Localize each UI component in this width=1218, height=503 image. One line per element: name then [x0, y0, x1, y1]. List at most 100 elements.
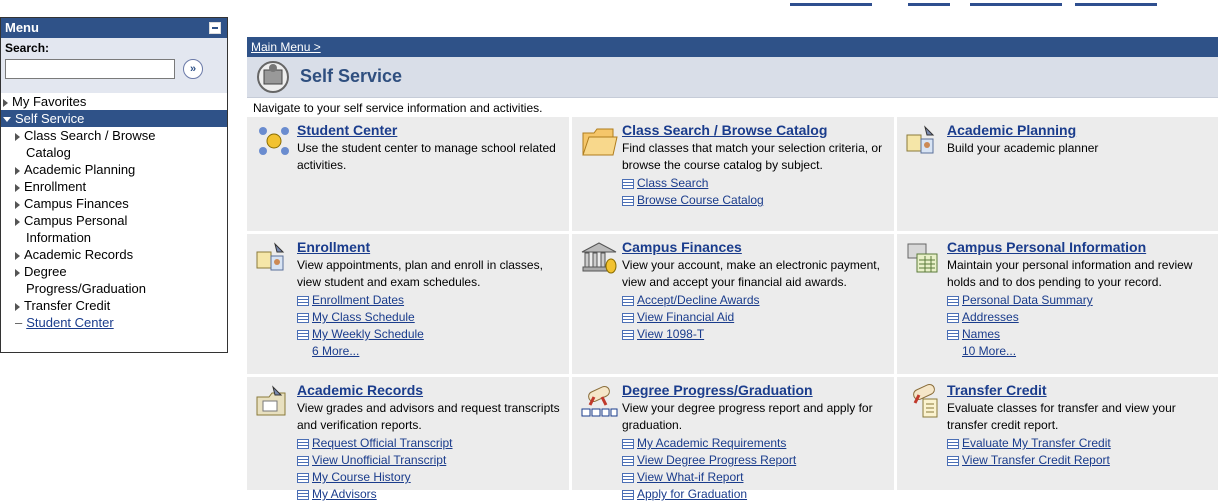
link-enrollment-dates[interactable]: Enrollment Dates	[297, 292, 563, 309]
list-icon	[622, 489, 634, 500]
menu-title: Menu	[5, 20, 39, 35]
card-title[interactable]: Academic Planning	[947, 122, 1212, 139]
link-addresses[interactable]: Addresses	[947, 309, 1212, 326]
personal-info-icon	[907, 243, 938, 273]
expand-icon	[15, 200, 20, 209]
breadcrumb: Main Menu >	[247, 37, 1218, 57]
enrollment-icon	[256, 242, 285, 271]
menu-subitem-enrollment[interactable]: Enrollment	[1, 178, 227, 195]
card-description: Find classes that match your selection c…	[622, 141, 883, 172]
menu-subitem-student-center[interactable]: – Student Center	[1, 314, 227, 331]
card-description: Use the student center to manage school …	[297, 141, 556, 172]
menu-subitem-campus-personal-info[interactable]: Campus Personal Information	[1, 212, 227, 246]
link-view-1098-t[interactable]: View 1098-T	[622, 326, 888, 343]
more-link[interactable]: 6 More...	[312, 343, 563, 360]
menu-panel: Menu Search: » My Favorites Self Service…	[0, 17, 228, 353]
card-title[interactable]: Campus Personal Information	[947, 239, 1212, 256]
expand-icon	[3, 98, 8, 107]
list-icon	[947, 329, 959, 340]
student-center-icon	[259, 127, 289, 155]
collapse-arrow-icon	[3, 117, 11, 123]
list-icon	[297, 438, 309, 449]
card-title[interactable]: Student Center	[297, 122, 563, 139]
card-grid: Student Center Use the student center to…	[247, 117, 1218, 501]
main-content: Main Menu > Self Service Navigate to you…	[247, 37, 1218, 501]
link-browse-course-catalog[interactable]: Browse Course Catalog	[622, 192, 888, 209]
search-input[interactable]	[5, 59, 175, 79]
list-icon	[297, 295, 309, 306]
expand-icon	[15, 251, 20, 260]
menu-subitem-transfer-credit[interactable]: Transfer Credit	[1, 297, 227, 314]
link-personal-data-summary[interactable]: Personal Data Summary	[947, 292, 1212, 309]
link-my-weekly-schedule[interactable]: My Weekly Schedule	[297, 326, 563, 343]
link-names[interactable]: Names	[947, 326, 1212, 343]
card-description: Evaluate classes for transfer and view y…	[947, 401, 1176, 432]
link-evaluate-my-transfer-credit[interactable]: Evaluate My Transfer Credit	[947, 435, 1212, 452]
link-view-unofficial-transcript[interactable]: View Unofficial Transcript	[297, 452, 563, 469]
card-title[interactable]: Campus Finances	[622, 239, 888, 256]
list-icon	[297, 455, 309, 466]
expand-icon	[15, 183, 20, 192]
link-view-degree-progress-report[interactable]: View Degree Progress Report	[622, 452, 888, 469]
link-apply-for-graduation[interactable]: Apply for Graduation	[622, 486, 888, 503]
link-request-official-transcript[interactable]: Request Official Transcript	[297, 435, 563, 452]
bank-icon	[581, 242, 617, 274]
list-icon	[622, 329, 634, 340]
menu-item-self-service[interactable]: Self Service	[1, 110, 227, 127]
page-title: Self Service	[300, 66, 403, 86]
list-icon	[622, 438, 634, 449]
link-view-what-if-report[interactable]: View What-if Report	[622, 469, 888, 486]
list-icon	[297, 329, 309, 340]
list-icon	[622, 195, 634, 206]
card-description: View your degree progress report and app…	[622, 401, 873, 432]
list-icon	[622, 455, 634, 466]
link-view-financial-aid[interactable]: View Financial Aid	[622, 309, 888, 326]
link-my-advisors[interactable]: My Advisors	[297, 486, 563, 503]
link-view-transfer-credit-report[interactable]: View Transfer Credit Report	[947, 452, 1212, 469]
menu-subitem-class-search[interactable]: Class Search / Browse Catalog	[1, 127, 227, 161]
card-academic-planning: Academic Planning Build your academic pl…	[897, 117, 1218, 231]
expand-icon	[15, 302, 20, 311]
card-description: Build your academic planner	[947, 141, 1099, 155]
list-icon	[622, 178, 634, 189]
header-decoration	[790, 0, 1218, 8]
card-enrollment: Enrollment View appointments, plan and e…	[247, 234, 569, 374]
card-description: View appointments, plan and enroll in cl…	[297, 258, 543, 289]
card-title[interactable]: Class Search / Browse Catalog	[622, 122, 888, 139]
list-icon	[622, 295, 634, 306]
menu-subitem-academic-records[interactable]: Academic Records	[1, 246, 227, 263]
diploma-icon	[581, 385, 618, 417]
card-title[interactable]: Degree Progress/Graduation	[622, 382, 888, 399]
menu-item-my-favorites[interactable]: My Favorites	[1, 93, 227, 110]
card-title[interactable]: Enrollment	[297, 239, 563, 256]
expand-icon	[15, 268, 20, 277]
list-icon	[947, 312, 959, 323]
card-campus-personal-info: Campus Personal Information Maintain you…	[897, 234, 1218, 374]
search-go-button[interactable]: »	[183, 59, 203, 79]
breadcrumb-main-menu[interactable]: Main Menu >	[251, 40, 321, 54]
card-title[interactable]: Academic Records	[297, 382, 563, 399]
page-subtitle: Navigate to your self service informatio…	[247, 98, 1218, 117]
link-my-class-schedule[interactable]: My Class Schedule	[297, 309, 563, 326]
menu-list: My Favorites Self Service Class Search /…	[1, 93, 227, 331]
card-campus-finances: Campus Finances View your account, make …	[572, 234, 894, 374]
card-student-center: Student Center Use the student center to…	[247, 117, 569, 231]
list-icon	[297, 489, 309, 500]
menu-subitem-academic-planning[interactable]: Academic Planning	[1, 161, 227, 178]
expand-icon	[15, 217, 20, 226]
link-my-academic-requirements[interactable]: My Academic Requirements	[622, 435, 888, 452]
more-link[interactable]: 10 More...	[962, 343, 1212, 360]
link-my-course-history[interactable]: My Course History	[297, 469, 563, 486]
menu-subitem-campus-finances[interactable]: Campus Finances	[1, 195, 227, 212]
list-icon	[297, 312, 309, 323]
list-icon	[622, 312, 634, 323]
search-label: Search:	[5, 41, 50, 55]
list-icon	[947, 455, 959, 466]
menu-search: Search: »	[1, 38, 227, 93]
list-icon	[622, 472, 634, 483]
card-title[interactable]: Transfer Credit	[947, 382, 1212, 399]
menu-subitem-degree-progress[interactable]: Degree Progress/Graduation	[1, 263, 227, 297]
link-class-search[interactable]: Class Search	[622, 175, 888, 192]
link-accept-decline-awards[interactable]: Accept/Decline Awards	[622, 292, 888, 309]
collapse-icon[interactable]	[209, 22, 221, 34]
